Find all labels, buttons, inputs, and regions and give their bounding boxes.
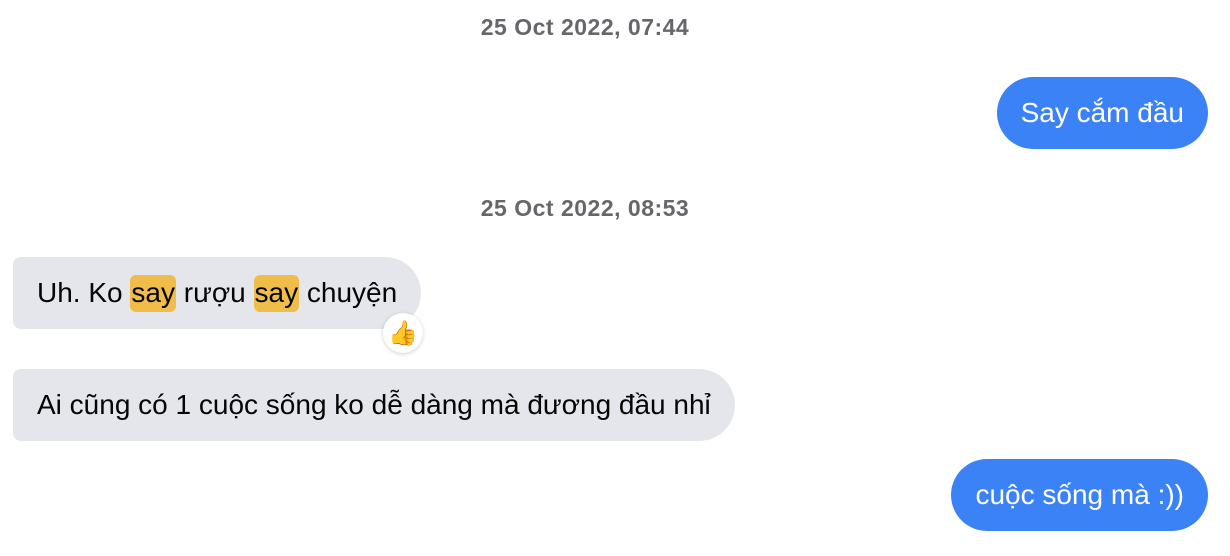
message-text: Say cắm đầu (1020, 97, 1184, 128)
chat-thread: 25 Oct 2022, 07:44 Say cắm đầu 25 Oct 20… (0, 0, 1230, 556)
incoming-message[interactable]: Uh. Ko say rượu say chuyện (13, 257, 422, 329)
search-highlight: say (253, 275, 300, 312)
search-highlight: say (130, 275, 176, 312)
message-text-part: rượu (175, 277, 254, 308)
thumbs-up-reaction-icon[interactable]: 👍 (383, 313, 423, 353)
timestamp: 25 Oct 2022, 08:53 (480, 195, 690, 221)
message-text-part: chuyện (299, 277, 398, 308)
message-text: Ai cũng có 1 cuộc sống ko dễ dàng mà đươ… (37, 389, 711, 420)
message-text: Uh. Ko say rượu say chuyện (37, 275, 398, 312)
timestamp: 25 Oct 2022, 07:44 (480, 14, 690, 40)
message-text: cuộc sống mà :)) (975, 479, 1184, 510)
outgoing-message[interactable]: cuộc sống mà :)) (951, 459, 1208, 531)
outgoing-message[interactable]: Say cắm đầu (996, 77, 1208, 149)
incoming-message[interactable]: Ai cũng có 1 cuộc sống ko dễ dàng mà đươ… (13, 369, 735, 441)
message-text-part: Uh. Ko (37, 277, 131, 308)
